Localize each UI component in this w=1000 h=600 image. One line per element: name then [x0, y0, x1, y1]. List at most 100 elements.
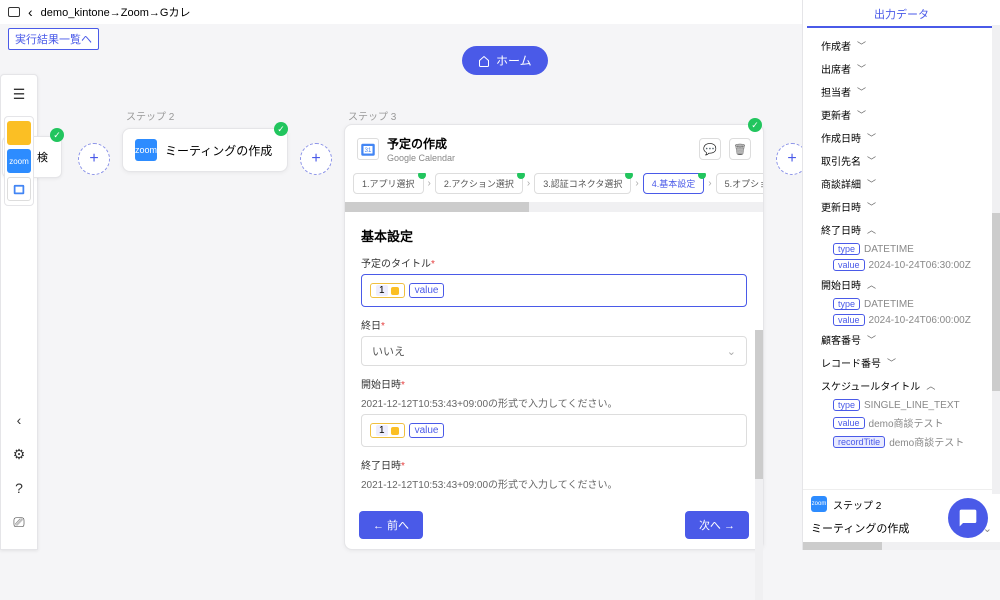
data-subfield-row[interactable]: type SINGLE_LINE_TEXT [811, 397, 992, 413]
title-label: 予定のタイトル* [361, 255, 747, 270]
help-icon[interactable]: ? [8, 477, 30, 499]
form-vertical-scrollbar[interactable] [755, 330, 763, 600]
data-kind-pill[interactable]: value [833, 259, 865, 271]
results-list-link[interactable]: 実行結果一覧ヘ [8, 28, 99, 50]
output-data-tab[interactable]: 出力データ [807, 0, 996, 28]
panel-icon[interactable]: ⎚ [8, 511, 30, 533]
data-field-row[interactable]: 更新日時﹀ [811, 195, 992, 218]
zoom-icon[interactable]: zoom [7, 149, 31, 173]
start-input[interactable]: 1 value [361, 414, 747, 447]
chevron-down-icon: ﹀ [857, 62, 866, 75]
home-icon [478, 55, 490, 67]
title-input[interactable]: 1 value [361, 274, 747, 307]
chevron-right-icon: › [428, 178, 431, 189]
data-field-label: 取引先名 [821, 153, 861, 168]
step3-subtitle: Google Calendar [387, 153, 455, 163]
google-calendar-icon[interactable] [7, 177, 31, 201]
kintone-icon[interactable] [7, 121, 31, 145]
success-dot-icon [418, 173, 426, 179]
chat-icon [958, 508, 978, 528]
token-value-pill[interactable]: value [409, 423, 445, 438]
data-field-row[interactable]: 出席者 ﹀ [811, 57, 992, 80]
chevron-down-icon: ﹀ [867, 200, 876, 213]
zoom-icon: zoom [135, 139, 157, 161]
step3-card: 31 予定の作成 Google Calendar 💬 🗑 1.アプリ選択›2.ア… [344, 124, 764, 550]
data-kind-pill[interactable]: value [833, 314, 865, 326]
data-field-label: 出席者 [821, 61, 851, 76]
allday-select[interactable]: いいえ ⌄ [361, 336, 747, 366]
collapse-chevron-icon[interactable]: ‹ [8, 409, 30, 431]
data-field-label: スケジュールタイトル [821, 378, 920, 393]
token-value-pill[interactable]: value [409, 283, 445, 298]
delete-icon[interactable]: 🗑 [729, 138, 751, 160]
add-step-1-2-button[interactable]: + [78, 143, 110, 175]
form-button-row: ← 前へ 次へ → [345, 501, 763, 549]
data-subfield-row[interactable]: value2024-10-24T06:00:00Z [811, 312, 992, 328]
token-step-pill[interactable]: 1 [370, 283, 405, 298]
step2-success-icon: ✓ [274, 122, 288, 136]
step3-tab-3[interactable]: 3.認証コネクタ選択 [534, 173, 631, 194]
chevron-down-icon: ⌄ [727, 345, 736, 358]
right-horizontal-scrollbar[interactable] [803, 542, 1000, 550]
list-icon[interactable]: ☰ [8, 83, 30, 105]
data-kind-pill[interactable]: recordTitle [833, 436, 885, 448]
step2-card[interactable]: zoom ミーティングの作成 [122, 128, 288, 172]
step3-tab-4[interactable]: 4.基本設定 [643, 173, 705, 194]
chevron-up-icon: ︿ [926, 379, 935, 392]
data-kind-pill[interactable]: type [833, 298, 860, 310]
data-field-row[interactable]: 終了日時︿ [811, 218, 992, 241]
data-field-label: 担当者 [821, 84, 851, 99]
data-kind-pill[interactable]: type [833, 243, 860, 255]
end-hint: 2021-12-12T10:53:43+09:00の形式で入力してください。 [361, 476, 747, 491]
back-chevron-icon[interactable]: ‹ [28, 4, 33, 20]
form-heading: 基本設定 [361, 226, 747, 245]
home-button[interactable]: ホーム [462, 46, 548, 75]
data-field-label: 顧客番号 [821, 332, 861, 347]
chevron-down-icon: ﹀ [867, 154, 876, 167]
data-field-label: 開始日時 [821, 277, 861, 292]
settings-gear-icon[interactable]: ⚙ [8, 443, 30, 465]
data-field-row[interactable]: 作成者﹀ [811, 34, 992, 57]
chat-fab[interactable] [948, 498, 988, 538]
data-field-row[interactable]: スケジュールタイトル ︿ [811, 374, 992, 397]
right-step2-label: ステップ 2 [833, 497, 881, 512]
data-subfield-value: SINGLE_LINE_TEXT [864, 400, 960, 411]
step3-tab-1[interactable]: 1.アプリ選択 [353, 173, 424, 194]
data-field-row[interactable]: 取引先名 ﹀ [811, 149, 992, 172]
data-subfield-row[interactable]: value2024-10-24T06:30:00Z [811, 257, 992, 273]
data-field-row[interactable]: 担当者﹀ [811, 80, 992, 103]
right-step2-title: ミーティングの作成 [811, 520, 909, 536]
add-step-2-3-button[interactable]: + [300, 143, 332, 175]
success-dot-icon [698, 173, 706, 179]
data-subfield-row[interactable]: recordTitledemo商談テスト [811, 432, 992, 451]
data-subfield-row[interactable]: type DATETIME [811, 241, 992, 257]
data-field-row[interactable]: 商談詳細﹀ [811, 172, 992, 195]
data-field-row[interactable]: 更新者﹀ [811, 103, 992, 126]
comment-icon[interactable]: 💬 [699, 138, 721, 160]
data-field-label: 終了日時 [821, 222, 861, 237]
tabs-horizontal-scrollbar[interactable] [345, 202, 763, 212]
data-subfield-row[interactable]: typeDATETIME [811, 296, 992, 312]
back-button[interactable]: ← 前へ [359, 511, 423, 539]
token-step-pill[interactable]: 1 [370, 423, 405, 438]
data-kind-pill[interactable]: value [833, 417, 865, 429]
search-label: 検 [37, 149, 48, 165]
data-field-row[interactable]: レコード番号﹀ [811, 351, 992, 374]
data-field-row[interactable]: 開始日時︿ [811, 273, 992, 296]
chevron-down-icon: ﹀ [857, 39, 866, 52]
next-button[interactable]: 次へ → [685, 511, 749, 539]
chevron-right-icon: › [635, 178, 638, 189]
chevron-right-icon: › [527, 178, 530, 189]
step3-tab-5[interactable]: 5.オプション [716, 173, 763, 194]
data-field-row[interactable]: 顧客番号 ﹀ [811, 328, 992, 351]
app-icon-strip: zoom [4, 116, 34, 206]
step3-tab-2[interactable]: 2.アクション選択 [435, 173, 523, 194]
chevron-down-icon: ﹀ [867, 333, 876, 346]
data-subfield-value: DATETIME [864, 244, 914, 255]
folder-icon [8, 7, 20, 17]
right-vertical-scrollbar[interactable] [992, 25, 1000, 494]
data-field-row[interactable]: 作成日時﹀ [811, 126, 992, 149]
allday-label: 終日* [361, 317, 747, 332]
data-subfield-row[interactable]: valuedemo商談テスト [811, 413, 992, 432]
data-kind-pill[interactable]: type [833, 399, 860, 411]
